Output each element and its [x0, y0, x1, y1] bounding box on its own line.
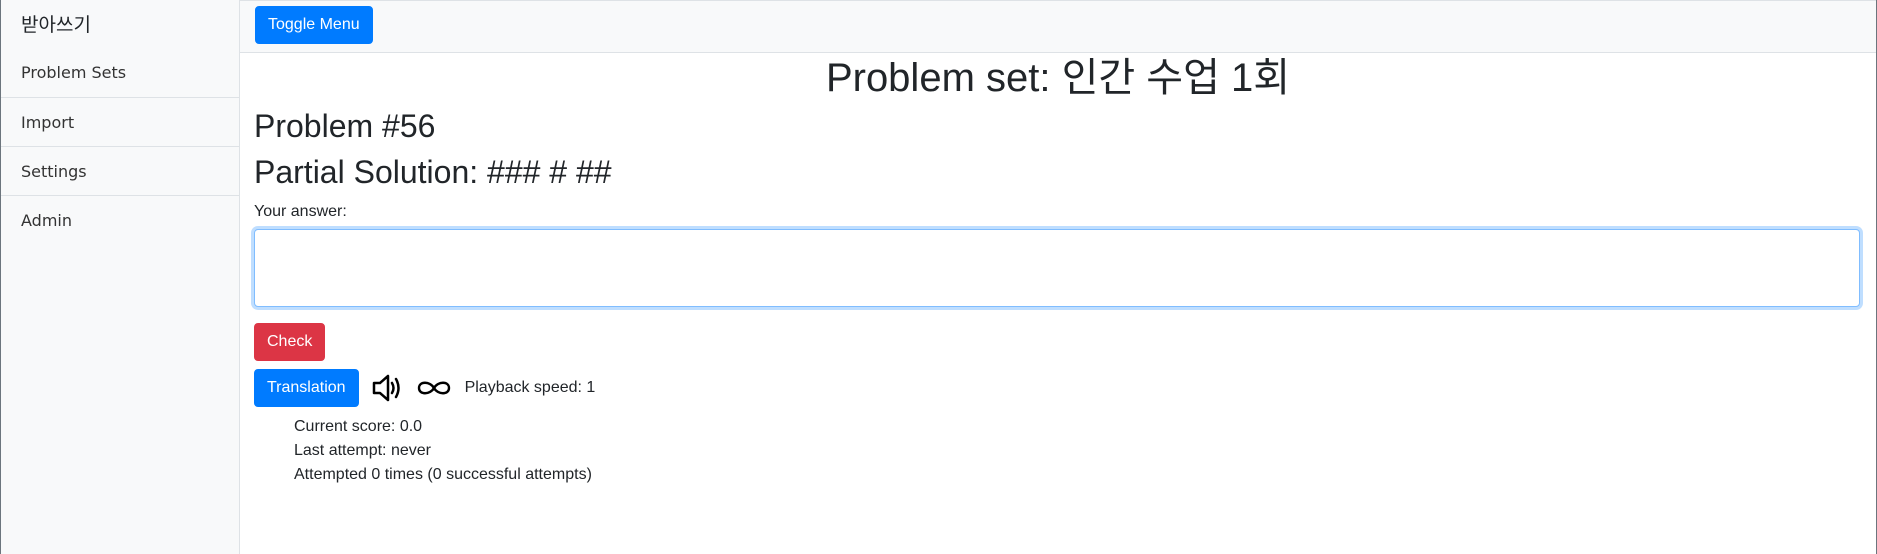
translation-button[interactable]: Translation — [254, 369, 359, 407]
answer-label: Your answer: — [254, 203, 347, 220]
sidebar-item-admin[interactable]: Admin — [1, 195, 239, 244]
sidebar-item-problem-sets[interactable]: Problem Sets — [1, 48, 239, 97]
main-area: Problem set: 인간 수업 1회 Problem #56 Partia… — [240, 53, 1876, 487]
app-wrapper: 받아쓰기 Problem Sets Import Settings Admin … — [0, 0, 1877, 554]
sidebar: 받아쓰기 Problem Sets Import Settings Admin — [0, 0, 240, 554]
page-content: Toggle Menu Problem set: 인간 수업 1회 Proble… — [240, 0, 1877, 554]
problem-title: Problem #56 — [254, 108, 436, 144]
playback-speed[interactable]: Playback speed: 1 — [465, 379, 596, 397]
page-title: Problem set: 인간 수업 1회 — [825, 56, 1291, 100]
last-attempt: Last attempt: never — [294, 442, 431, 459]
answer-input[interactable] — [254, 229, 1860, 307]
top-navbar: Toggle Menu — [240, 0, 1876, 53]
sidebar-item-import[interactable]: Import — [1, 97, 239, 146]
sidebar-brand: 받아쓰기 — [21, 14, 91, 36]
speaker-icon[interactable] — [371, 373, 403, 403]
current-score: Current score: 0.0 — [294, 418, 423, 435]
stats-block: Current score: 0.0 Last attempt: never A… — [254, 415, 1862, 487]
infinity-icon[interactable] — [415, 377, 453, 399]
check-row: Check — [254, 323, 1862, 361]
check-button[interactable]: Check — [254, 323, 326, 361]
attempt-count: Attempted 0 times (0 successful attempts… — [294, 466, 592, 483]
toggle-menu-button[interactable]: Toggle Menu — [255, 6, 373, 44]
partial-solution: Partial Solution: ### # ## — [254, 154, 612, 190]
playback-controls: Translation Playback speed: 1 — [254, 369, 1862, 407]
sidebar-item-settings[interactable]: Settings — [1, 146, 239, 195]
